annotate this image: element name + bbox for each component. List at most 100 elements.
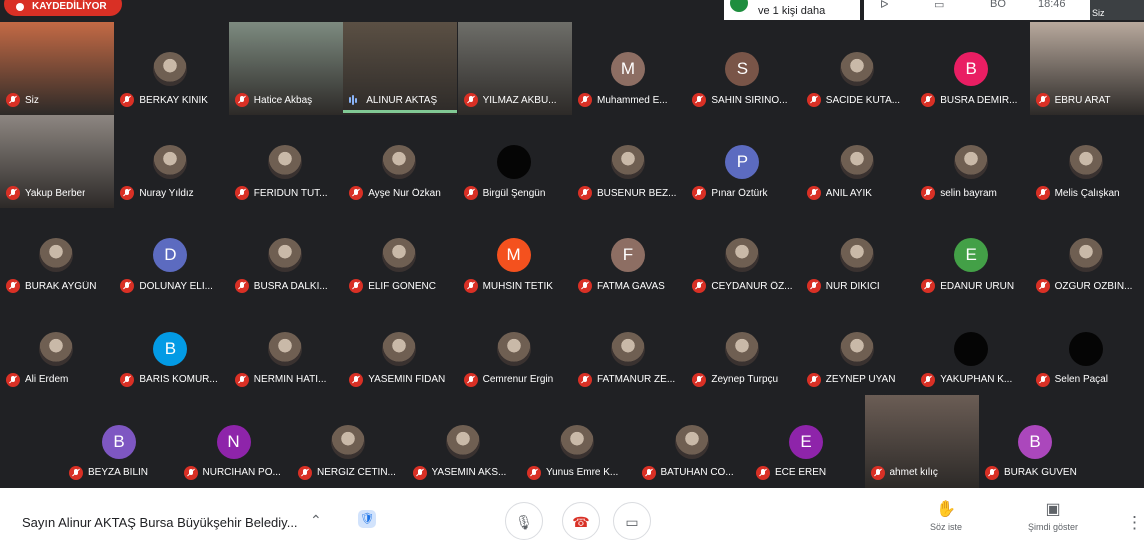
participant-tile[interactable]: E EDANUR URUN [915,208,1029,301]
participant-tile[interactable]: N NURCIHAN PO... [178,395,292,488]
participant-avatar [954,331,989,366]
participant-tile[interactable]: YASEMIN AKS... [407,395,521,488]
top-tool-1[interactable]: ᐅ [880,0,888,11]
participant-tile[interactable]: Melis Çalışkan [1030,115,1144,208]
leave-call-button[interactable]: ☎ [562,502,600,540]
participant-name: BUSRA DALKI... [253,280,328,292]
participant-nameplate: CEYDANUR ÖZ... [692,278,793,294]
participant-tile[interactable]: ahmet kılıç [864,394,979,488]
present-now-button[interactable]: ▣ Şimdi göster [1014,501,1092,532]
participant-tile[interactable]: Zeynep Turpçu [686,302,800,395]
top-tool-2[interactable]: ▭ [934,0,944,11]
participant-tile[interactable]: EBRU ARAT [1029,22,1144,115]
participant-nameplate: MUHSIN TETIK [463,278,553,294]
participant-nameplate: Nuray Yıldız [120,185,194,201]
participant-tile[interactable]: Selen Paçal [1030,302,1144,395]
meeting-title[interactable]: Sayın Alinur AKTAŞ Bursa Büyükşehir Bele… [22,515,298,530]
muted-mic-icon [578,372,592,387]
participant-tile[interactable]: BUSENUR BEZ... [572,115,686,208]
participant-name: selin bayram [940,187,997,199]
participant-tile[interactable]: E ECE EREN [750,395,864,488]
participant-tile[interactable]: M MUHSIN TETIK [458,208,572,301]
participant-tile[interactable]: Yunus Emre K... [521,395,635,488]
participant-tile[interactable]: Siz [0,22,114,115]
participant-nameplate: ahmet kılıç [870,465,938,481]
muted-mic-icon [756,465,770,480]
participant-avatar [674,424,709,459]
participant-avatar [153,145,188,180]
top-toolbar[interactable]: ᐅ ▭ BO 18:46 [864,0,1090,20]
participant-nameplate: Yakup Berber [6,185,85,201]
participant-avatar [445,424,480,459]
participant-nameplate: YILMAZ AKBU... [463,92,557,108]
participant-name: BEYZA BILIN [88,467,149,479]
participant-avatar [39,238,73,273]
participant-tile[interactable]: FERIDUN TUT... [229,115,343,208]
participant-tile[interactable]: B BEYZA BILIN [63,395,177,488]
participant-avatar: M [611,52,645,86]
participant-tile[interactable]: P Pınar Öztürk [686,115,800,208]
participant-tile[interactable]: YILMAZ AKBU... [457,22,572,115]
muted-mic-icon [1035,372,1050,387]
participant-tile[interactable]: CEYDANUR ÖZ... [686,208,800,301]
participant-tile[interactable]: B BARIS KOMUR... [114,302,228,395]
chevron-up-icon[interactable]: ⌃ [310,512,322,529]
participant-tile[interactable]: BURAK AYGÜN [0,208,114,301]
participant-name: Nuray Yıldız [139,187,194,199]
participant-tile[interactable]: YAKUPHAN K... [915,302,1029,395]
participant-tile[interactable]: NERGIZ CETIN... [292,395,406,488]
participant-avatar [839,52,874,86]
raise-hand-button[interactable]: ✋ Söz iste [922,501,970,532]
participant-tile[interactable]: BATUHAN CO... [636,395,750,488]
participant-tile[interactable]: SACIDE KUTA... [801,22,915,115]
participant-name: ALİNUR AKTAŞ [366,94,438,106]
participant-tile[interactable]: NERMIN HATI... [229,302,343,395]
participant-nameplate: BARIS KOMUR... [120,372,218,388]
join-notification[interactable]: ve 1 kişi daha [724,0,860,20]
participant-nameplate: EBRU ARAT [1035,92,1111,108]
participant-avatar [496,145,531,180]
participant-tile[interactable]: S SAHIN SIRINO... [686,22,800,115]
participant-tile[interactable]: Nuray Yıldız [114,115,228,208]
participant-nameplate: Hatice Akbaş [234,92,313,108]
participant-tile[interactable]: B BUSRA DEMIR... [915,22,1029,115]
participant-tile[interactable]: FATMANUR ZE... [572,302,686,395]
participant-tile[interactable]: B BURAK GUVEN [979,395,1093,488]
muted-mic-icon [412,465,427,480]
participant-tile[interactable]: ELIF GONENC [343,208,457,301]
participant-name: Yakup Berber [25,187,86,199]
microphone-button[interactable]: 🎙 [505,502,543,540]
participant-tile[interactable]: OZGUR OZBIN... [1030,208,1144,301]
muted-mic-icon [463,279,478,294]
participant-tile[interactable]: ZEYNEP UYAN [801,302,915,395]
muted-mic-icon [692,186,707,201]
participant-tile[interactable]: F FATMA GAVAS [572,208,686,301]
participant-tile[interactable]: ANIL AYIK [801,115,915,208]
top-tool-3[interactable]: BO [990,0,1006,10]
participant-tile[interactable]: Cemrenur Ergin [458,302,572,395]
participant-avatar [331,424,365,459]
participant-avatar [382,238,417,273]
participant-tile[interactable]: Ayşe Nur Özkan [343,115,457,208]
participant-tile[interactable]: Hatice Akbaş [228,22,343,115]
camera-button[interactable]: ▭ [613,502,651,540]
participant-tile[interactable]: YASEMIN FIDAN [343,302,457,395]
participant-tile[interactable]: Birgül Şengün [458,115,572,208]
participant-tile[interactable]: NUR DIKICI [801,208,915,301]
participant-tile[interactable]: D DOLUNAY ELİ... [114,208,228,301]
participant-name: Hatice Akbaş [253,94,313,106]
more-options-icon[interactable]: ⋮ [1126,513,1143,533]
participant-tile[interactable]: ALİNUR AKTAŞ [343,22,458,115]
participant-tile[interactable]: Yakup Berber [0,115,114,209]
participant-tile[interactable]: BUSRA DALKI... [229,208,343,301]
participant-name: DOLUNAY ELİ... [139,280,213,292]
participant-nameplate: SAHIN SIRINO... [692,92,788,108]
participant-nameplate: YAKUPHAN K... [921,372,1012,388]
participant-tile[interactable]: BERKAY KINIK [114,22,228,115]
participant-grid: Siz BERKAY KINIK Hatice Akbaş ALİNUR AKTAŞ Y… [0,22,1144,488]
participant-avatar [725,238,760,273]
participant-tile[interactable]: Ali Erdem [0,302,114,395]
participant-tile[interactable]: selin bayram [915,115,1029,208]
participant-tile[interactable]: M Muhammed E... [572,22,686,115]
shield-icon[interactable]: 🛡 [358,510,376,528]
